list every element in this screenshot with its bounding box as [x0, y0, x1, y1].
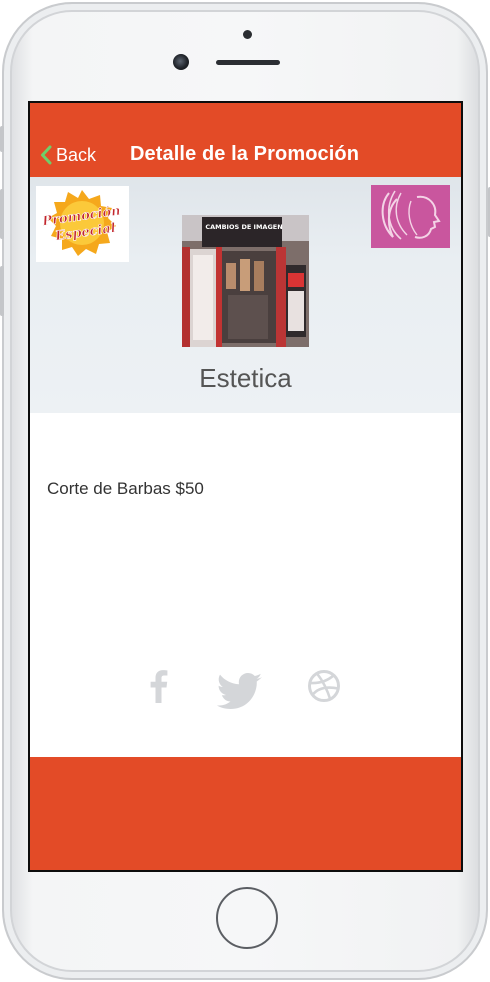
earpiece-speaker: [216, 60, 280, 65]
dribbble-icon[interactable]: [307, 669, 341, 708]
page-title: Detalle de la Promoción: [130, 143, 360, 165]
svg-text:CAMBIOS DE IMAGEN: CAMBIOS DE IMAGEN: [205, 223, 282, 231]
chevron-left-icon: [40, 145, 52, 165]
navigation-bar: Back Detalle de la Promoción: [30, 103, 461, 177]
back-button[interactable]: Back: [40, 143, 96, 167]
proximity-sensor: [243, 30, 252, 39]
back-label: Back: [56, 144, 97, 165]
app-screen: Back Detalle de la Promoción Promoción E…: [28, 101, 463, 872]
twitter-icon[interactable]: [216, 673, 262, 714]
mute-switch: [0, 126, 4, 152]
volume-up-button: [0, 189, 4, 239]
home-button[interactable]: [216, 887, 278, 949]
front-camera: [173, 54, 189, 70]
footer-bar: [30, 757, 461, 870]
beauty-salon-logo: [371, 185, 450, 248]
store-name: Estetica: [199, 363, 292, 393]
volume-down-button: [0, 266, 4, 316]
promotion-description: Corte de Barbas $50: [47, 479, 204, 498]
promo-badge-logo: Promoción Especial: [36, 186, 129, 262]
facebook-icon[interactable]: [150, 669, 168, 708]
store-photo: CAMBIOS DE IMAGEN: [182, 215, 309, 347]
promotion-header: Promoción Especial CAMBIOS DE IMAGEN Est…: [30, 177, 461, 413]
